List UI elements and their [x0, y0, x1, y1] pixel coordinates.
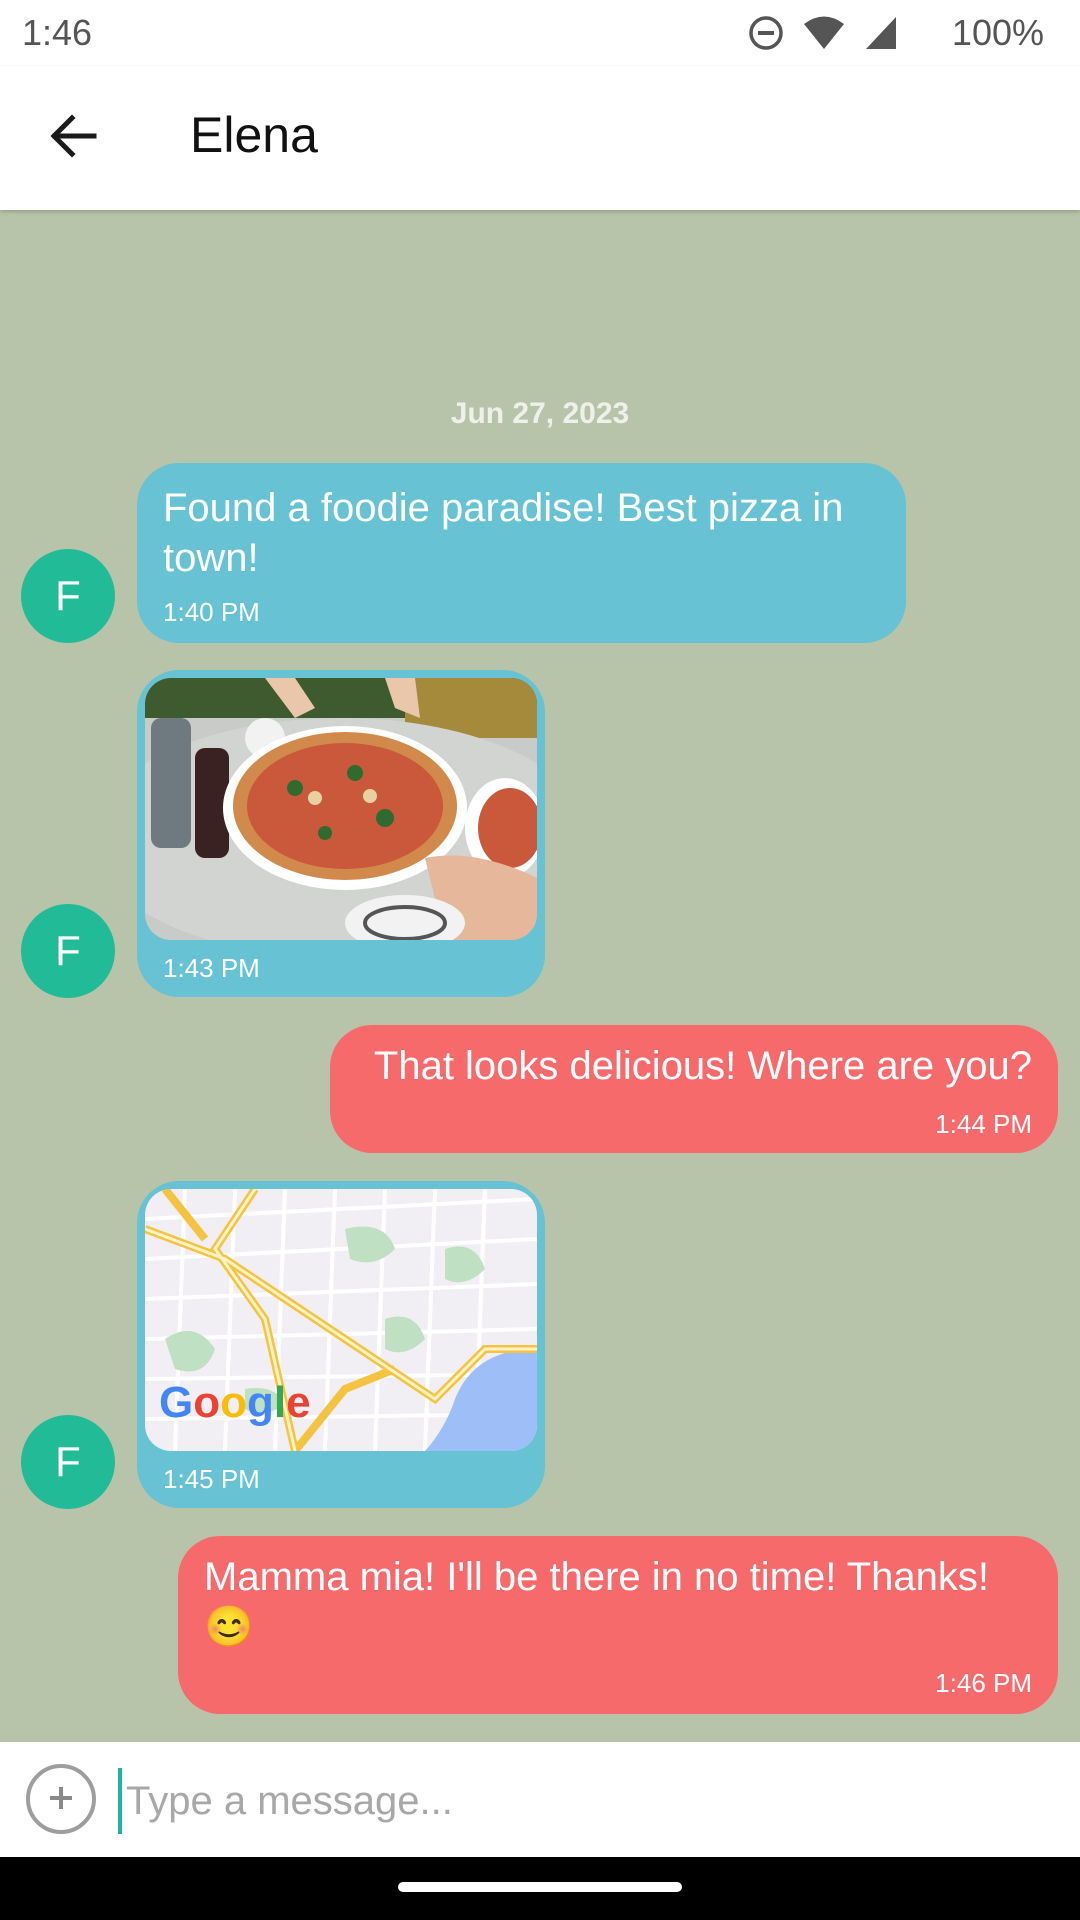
message-time: 1:45 PM [163, 1464, 260, 1494]
plus-circle-icon [46, 1777, 76, 1821]
message-time: 1:46 PM [935, 1668, 1032, 1698]
message-composer [0, 1742, 1080, 1857]
avatar[interactable]: F [21, 1415, 115, 1509]
chat-header: Elena [0, 66, 1080, 210]
message-text: Mamma mia! I'll be there in no time! Tha… [204, 1555, 989, 1649]
status-bar: 1:46 100% [0, 0, 1080, 66]
avatar-letter: F [55, 927, 81, 974]
attach-button[interactable] [26, 1764, 96, 1834]
date-separator: Jun 27, 2023 [450, 397, 630, 430]
google-logo: Google [159, 1378, 311, 1427]
do-not-disturb-icon [748, 15, 784, 51]
message-time: 1:40 PM [163, 597, 260, 627]
outgoing-message-bubble[interactable]: That looks delicious! Where are you? 1:4… [330, 1025, 1058, 1153]
arrow-left-icon [48, 113, 98, 163]
incoming-map-bubble[interactable]: Google 1:45 PM [137, 1181, 545, 1508]
message-time: 1:43 PM [163, 953, 260, 983]
home-gesture-handle[interactable] [398, 1882, 682, 1892]
map-preview[interactable]: Google [145, 1189, 537, 1451]
message-text: That looks delicious! Where are you? [373, 1044, 1032, 1088]
message-input[interactable] [118, 1768, 1048, 1834]
back-button[interactable] [34, 106, 112, 170]
avatar-letter: F [55, 1438, 81, 1485]
signal-icon [864, 15, 898, 51]
message-time: 1:44 PM [935, 1109, 1032, 1139]
battery-percentage: 100% [951, 12, 1044, 53]
incoming-image-bubble[interactable]: 1:43 PM [137, 670, 545, 997]
message-text: Found a foodie paradise! Best pizza in t… [163, 486, 844, 580]
avatar-letter: F [55, 572, 81, 619]
contact-name: Elena [190, 107, 318, 163]
system-navigation-bar [0, 1857, 1080, 1920]
pizza-photo[interactable] [145, 678, 537, 940]
status-icons: 100% [748, 12, 1044, 54]
avatar[interactable]: F [21, 549, 115, 643]
wifi-icon [802, 15, 846, 51]
status-time: 1:46 [22, 12, 93, 53]
avatar[interactable]: F [21, 904, 115, 998]
outgoing-message-bubble[interactable]: Mamma mia! I'll be there in no time! Tha… [178, 1536, 1058, 1714]
incoming-message-bubble[interactable]: Found a foodie paradise! Best pizza in t… [137, 463, 906, 643]
